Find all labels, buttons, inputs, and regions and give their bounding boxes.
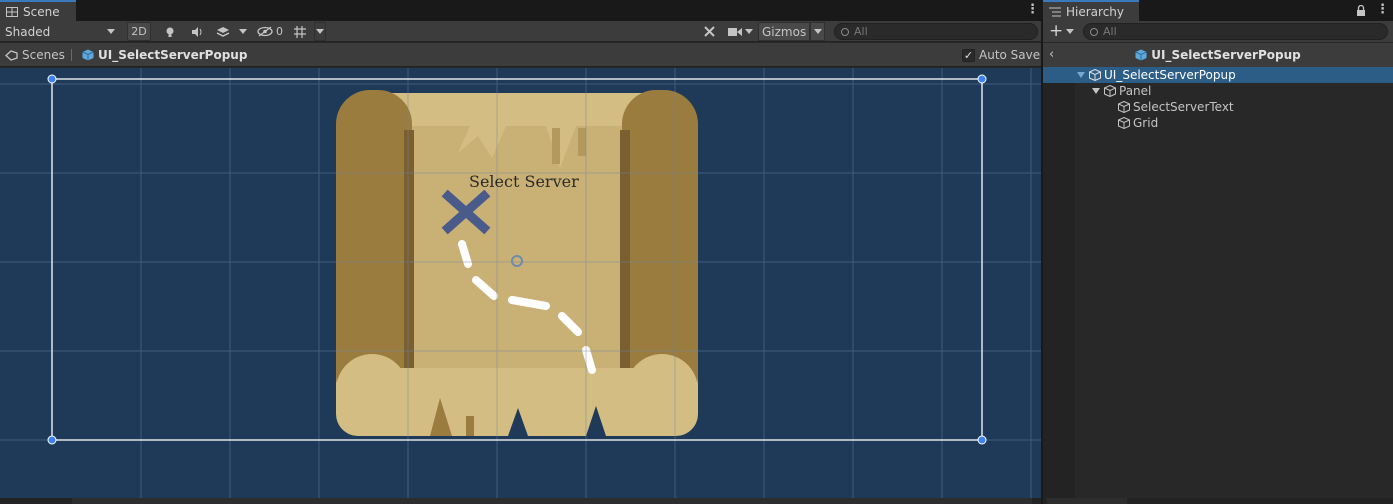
gizmos-toggle-button[interactable]: Gizmos [758, 22, 810, 41]
popup-title-text: Select Server [469, 172, 579, 191]
hierarchy-prefab-header: ‹ UI_SelectServerPopup [1043, 43, 1393, 67]
hierarchy-panel: Hierarchy ⋮ + All ‹ UI_SelectServerPopup [1043, 0, 1393, 504]
chevron-down-icon [107, 29, 115, 34]
shading-mode-dropdown[interactable]: Shaded [5, 21, 119, 42]
rect-handle-bottom-right[interactable] [977, 435, 987, 445]
hierarchy-horizontal-scrollbar[interactable] [1043, 498, 1393, 504]
scene-canvas [0, 68, 1041, 498]
scene-horizontal-scrollbar[interactable] [0, 498, 1041, 504]
back-chevron-icon[interactable]: ‹ [1049, 47, 1054, 62]
rect-handle-top-right[interactable] [977, 74, 987, 84]
chevron-down-icon [316, 29, 324, 34]
breadcrumb-prefab[interactable]: UI_SelectServerPopup [82, 47, 247, 63]
hidden-objects-button[interactable]: 0 [254, 22, 286, 41]
scene-panel: Scene ⋮ Shaded 2D 0 Gizmos All Scenes UI… [0, 0, 1041, 504]
layers-icon [216, 26, 230, 37]
scenes-back-icon [5, 49, 18, 61]
camera-dropdown[interactable] [724, 22, 756, 41]
tree-item-ui-selectserverpopup[interactable]: UI_SelectServerPopup [1043, 67, 1393, 83]
eye-hidden-icon [257, 26, 273, 37]
gizmos-label: Gizmos [762, 24, 807, 39]
rect-handle-top-left[interactable] [47, 74, 57, 84]
breadcrumb-scenes[interactable]: Scenes [5, 47, 65, 63]
tab-hierarchy-label: Hierarchy [1066, 4, 1125, 19]
audio-toggle-button[interactable] [185, 22, 209, 41]
chevron-down-icon [744, 29, 753, 34]
breadcrumb-prefab-label: UI_SelectServerPopup [98, 48, 248, 62]
search-icon [841, 27, 849, 36]
gameobject-cube-icon [1104, 85, 1116, 97]
scene-grid-icon [6, 6, 18, 17]
effects-toggle-button[interactable] [211, 22, 235, 41]
tab-hierarchy[interactable]: Hierarchy [1043, 0, 1139, 21]
plus-icon: + [1049, 21, 1064, 41]
scene-toolbar: Shaded 2D 0 Gizmos All [0, 21, 1041, 42]
scene-search-input[interactable]: All [834, 23, 1038, 40]
speaker-icon [191, 26, 201, 37]
auto-save-toggle[interactable]: ✓ Auto Save [962, 47, 1040, 63]
tree-item-label: Grid [1133, 116, 1159, 130]
chevron-down-icon [813, 29, 822, 34]
breadcrumb-scenes-label: Scenes [22, 48, 65, 62]
hidden-count: 0 [276, 25, 283, 38]
hierarchy-header-title: UI_SelectServerPopup [1151, 48, 1301, 62]
shading-mode-label: Shaded [5, 24, 51, 39]
auto-save-label: Auto Save [979, 48, 1041, 62]
breadcrumb: Scenes UI_SelectServerPopup ✓ Auto Save [0, 43, 1041, 67]
hierarchy-toolbar: + All [1043, 21, 1393, 42]
scene-more-icon[interactable]: ⋮ [1026, 3, 1039, 17]
tree-item-grid[interactable]: Grid [1043, 115, 1393, 131]
toggle-2d-label: 2D [131, 25, 147, 38]
prefab-cube-icon [82, 49, 94, 61]
hierarchy-search-placeholder: All [1103, 25, 1117, 38]
hierarchy-search-input[interactable]: All [1083, 23, 1388, 40]
gizmos-dropdown[interactable] [810, 22, 825, 41]
tab-scene-label: Scene [23, 4, 60, 19]
hierarchy-more-icon[interactable]: ⋮ [1376, 3, 1389, 17]
toggle-2d-button[interactable]: 2D [127, 22, 151, 41]
map-popup-image [336, 90, 698, 436]
tree-item-label: SelectServerText [1133, 100, 1234, 114]
grid-toggle-button[interactable] [289, 22, 311, 41]
scene-search-placeholder: All [854, 25, 868, 38]
breadcrumb-separator [71, 49, 72, 61]
grid-icon [294, 25, 306, 38]
chevron-down-icon [239, 29, 247, 34]
tree-item-selectservertext[interactable]: SelectServerText [1043, 99, 1393, 115]
camera-icon [727, 27, 742, 36]
scene-tab-bar: Scene ⋮ [0, 0, 1041, 21]
tree-item-label: Panel [1119, 84, 1152, 98]
hierarchy-gutter [1043, 67, 1075, 498]
scene-viewport[interactable]: Select Server [0, 68, 1041, 498]
gameobject-cube-icon [1118, 117, 1130, 129]
chevron-down-icon [1066, 29, 1075, 34]
list-icon [1049, 7, 1061, 16]
rect-handle-bottom-left[interactable] [47, 435, 57, 445]
wrench-icon [703, 26, 715, 37]
lightbulb-icon [166, 27, 174, 37]
prefab-cube-icon [1135, 49, 1147, 61]
create-dropdown[interactable]: + [1049, 21, 1077, 42]
hierarchy-tree: UI_SelectServerPopup Panel SelectServerT… [1043, 67, 1393, 498]
tree-item-panel[interactable]: Panel [1043, 83, 1393, 99]
expand-arrow-icon[interactable] [1092, 88, 1100, 94]
lock-icon[interactable] [1356, 5, 1366, 17]
tree-item-label: UI_SelectServerPopup [1104, 68, 1236, 82]
search-icon [1090, 27, 1098, 36]
effects-dropdown[interactable] [239, 21, 249, 42]
tools-button[interactable] [698, 22, 720, 41]
lighting-toggle-button[interactable] [158, 22, 182, 41]
gameobject-cube-icon [1118, 101, 1130, 113]
expand-arrow-icon[interactable] [1077, 72, 1085, 78]
grid-dropdown[interactable] [314, 22, 326, 41]
gameobject-cube-icon [1089, 69, 1101, 81]
tab-scene[interactable]: Scene [0, 0, 76, 21]
auto-save-checkbox[interactable]: ✓ [962, 48, 975, 62]
hierarchy-tab-bar: Hierarchy ⋮ [1043, 0, 1393, 21]
